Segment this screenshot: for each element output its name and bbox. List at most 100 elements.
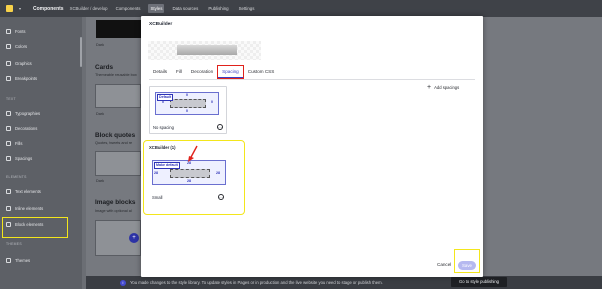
- app-logo-icon[interactable]: [6, 5, 13, 12]
- quote-preview[interactable]: [95, 151, 141, 176]
- fonts-icon: [6, 29, 11, 34]
- image-blocks-title: Image blocks: [95, 199, 136, 206]
- sidebar-item-colors[interactable]: Colors: [6, 44, 27, 49]
- sidebar-item-spacings[interactable]: Spacings: [6, 156, 32, 161]
- dialog-tabs: Details Fill Decoration Spacing Custom C…: [149, 65, 279, 79]
- add-image-icon[interactable]: +: [129, 233, 139, 243]
- sidebar-item-breakpoints[interactable]: Breakpoints: [6, 76, 37, 81]
- image-blocks-subtitle: Image with optional al: [95, 209, 132, 213]
- card-preview[interactable]: [95, 84, 141, 108]
- sidebar-item-label: Text elements: [15, 189, 41, 194]
- section-themes-heading: THEMES: [6, 242, 22, 246]
- colors-icon: [6, 44, 11, 49]
- preview-block: [177, 45, 237, 55]
- spacing-bottom-value: 28: [187, 179, 191, 183]
- tab-divider: [149, 79, 475, 80]
- more-options-icon[interactable]: ...: [218, 194, 224, 200]
- sidebar-item-decorations[interactable]: Decorations: [6, 126, 37, 131]
- sidebar-item-label: Decorations: [15, 126, 38, 131]
- nav-styles[interactable]: Styles: [148, 4, 165, 13]
- tab-fill[interactable]: Fill: [172, 66, 186, 78]
- spacing-bottom-value: 0: [186, 109, 188, 113]
- sidebar-item-label: Graphics: [15, 61, 32, 66]
- sidebar-item-fills[interactable]: Fills: [6, 141, 22, 146]
- content-box: [170, 99, 206, 108]
- nav-data-sources[interactable]: Data sources: [170, 4, 200, 13]
- section-text-heading: TEXT: [6, 97, 16, 101]
- annotation-arrow-icon: [188, 145, 198, 162]
- fills-icon: [6, 141, 11, 146]
- content-box: [170, 169, 210, 178]
- spacing-left-value: 28: [154, 171, 158, 175]
- sidebar-item-label: Fills: [15, 141, 23, 146]
- default-tag: Default: [157, 94, 174, 101]
- save-button[interactable]: Save: [458, 261, 476, 270]
- sidebar: Fonts Colors Graphics Breakpoints TEXT T…: [0, 17, 82, 289]
- spacing-card-no-spacing[interactable]: Default 0 0 0 0 No spacing ...: [149, 86, 227, 134]
- spacing-left-value: 0: [162, 100, 164, 104]
- sidebar-item-fonts[interactable]: Fonts: [6, 29, 25, 34]
- spacing-diagram: Default 0 0 0 0: [155, 92, 219, 115]
- block-quotes-subtitle: Quotes, tweets and re: [95, 141, 133, 145]
- nav-publishing[interactable]: Publishing: [206, 4, 230, 13]
- sidebar-item-label: Fonts: [15, 29, 26, 34]
- publish-notice-text: You made changes to the style library. T…: [130, 280, 383, 285]
- themes-icon: [6, 258, 11, 263]
- add-spacings-button[interactable]: + Add spacings: [427, 84, 459, 91]
- sidebar-item-themes[interactable]: Themes: [6, 258, 30, 263]
- info-icon: i: [120, 279, 126, 286]
- sidebar-item-label: Spacings: [15, 156, 33, 161]
- sidebar-item-text-elements[interactable]: Text elements: [6, 189, 41, 194]
- style-preview: [148, 41, 261, 60]
- inline-elements-icon: [6, 206, 11, 211]
- cancel-button[interactable]: Cancel: [437, 262, 451, 267]
- spacing-name: No spacing: [153, 125, 174, 130]
- go-to-style-publishing-tooltip[interactable]: Go to style publishing: [451, 277, 507, 287]
- dialog-title: XCBuilder: [149, 22, 173, 27]
- block-quotes-title: Block quotes: [95, 132, 136, 139]
- spacings-icon: [6, 156, 11, 161]
- sidebar-item-graphics[interactable]: Graphics: [6, 61, 32, 66]
- typography-icon: [6, 111, 11, 116]
- sidebar-scrollbar[interactable]: [80, 37, 82, 67]
- top-bar: ▾ Components XCBuilder / develop Compone…: [0, 0, 602, 17]
- dark-label: Dark: [96, 179, 105, 183]
- text-elements-icon: [6, 189, 11, 194]
- sidebar-item-label: Typographies: [15, 111, 41, 116]
- decorations-icon: [6, 126, 11, 131]
- project-branch[interactable]: XCBuilder / develop: [70, 6, 108, 11]
- section-elements-heading: ELEMENTS: [6, 175, 27, 179]
- publish-notice-bar: i You made changes to the style library.…: [86, 276, 602, 289]
- more-options-icon[interactable]: ...: [217, 124, 223, 130]
- tab-decoration[interactable]: Decoration: [187, 66, 217, 78]
- nav-components[interactable]: Components: [114, 4, 143, 13]
- spacing-top-value: 0: [186, 93, 188, 97]
- chevron-down-icon[interactable]: ▾: [19, 6, 21, 11]
- plus-icon: +: [427, 84, 432, 91]
- sidebar-item-typographies[interactable]: Typographies: [6, 111, 40, 116]
- spacing-right-value: 28: [216, 171, 220, 175]
- graphics-icon: [6, 61, 11, 66]
- dark-label: Dark: [96, 43, 105, 47]
- make-default-button[interactable]: Make default: [154, 162, 180, 169]
- spacing-diagram: Make default 28 28 28 28: [152, 160, 226, 185]
- spacing-right-value: 0: [211, 100, 213, 104]
- block-elements-highlight: [2, 217, 68, 238]
- breakpoints-icon: [6, 76, 11, 81]
- tab-custom-css[interactable]: Custom CSS: [244, 66, 279, 78]
- sidebar-item-inline-elements[interactable]: Inline elements: [6, 206, 43, 211]
- sidebar-item-label: Colors: [15, 44, 28, 49]
- cards-title: Cards: [95, 64, 114, 71]
- nav-settings[interactable]: Settings: [237, 4, 257, 13]
- dark-swatch: [96, 20, 141, 38]
- sidebar-item-label: Themes: [15, 258, 31, 263]
- tab-details[interactable]: Details: [149, 66, 171, 78]
- tab-spacing[interactable]: Spacing: [217, 65, 244, 79]
- sidebar-item-label: Inline elements: [15, 206, 44, 211]
- cards-subtitle: Themeable reusable box: [95, 73, 137, 77]
- app-title: Components: [33, 5, 64, 12]
- spacing-group-header: XCBuilder (1): [149, 145, 176, 150]
- dark-label: Dark: [96, 112, 105, 116]
- sidebar-item-label: Breakpoints: [15, 76, 38, 81]
- spacing-name: Small: [152, 195, 163, 200]
